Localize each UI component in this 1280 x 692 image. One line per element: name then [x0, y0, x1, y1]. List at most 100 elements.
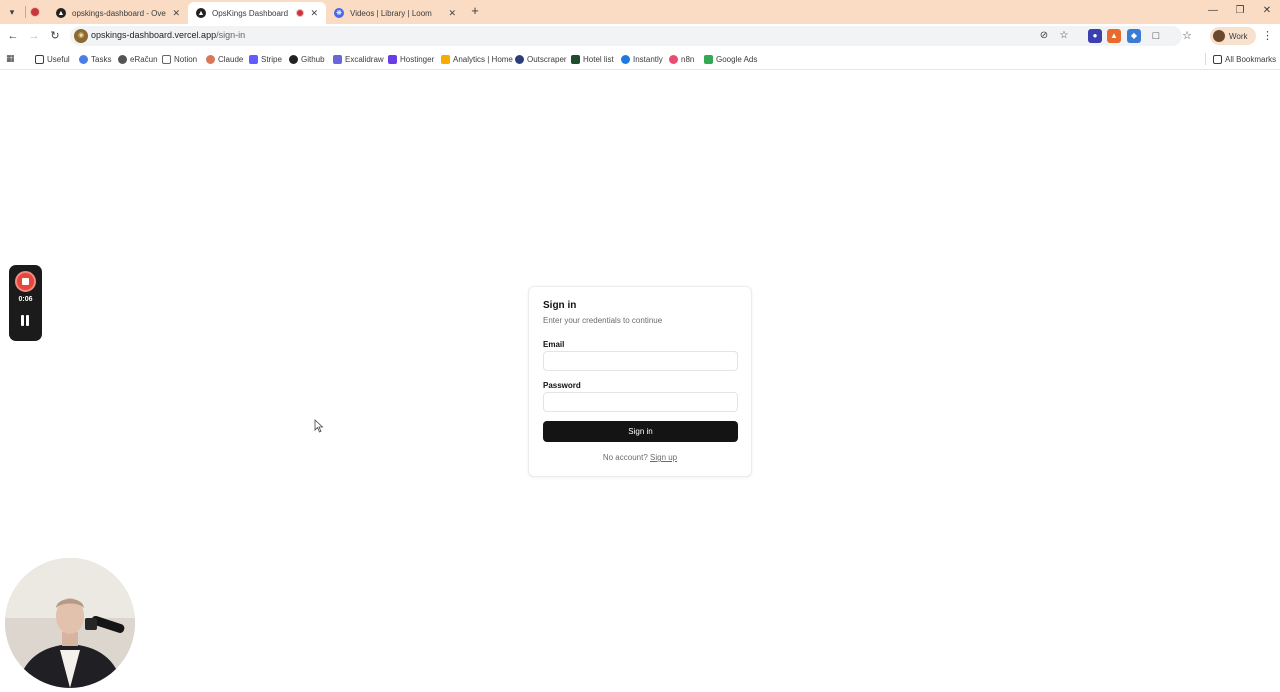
new-tab-plus-icon[interactable]: + [468, 4, 482, 18]
extensions-puzzle-icon[interactable]: □ [1149, 29, 1163, 43]
no-account-text: No account? [602, 453, 648, 462]
card-subtitle: Enter your credentials to continue [543, 316, 663, 325]
sign-in-card: Sign in Enter your credentials to contin… [528, 286, 752, 477]
extension-icon[interactable]: ◆ [1127, 29, 1141, 43]
instantly-icon [621, 54, 630, 64]
url-text[interactable]: opskings-dashboard.vercel.app/sign-in [91, 30, 245, 40]
vercel-triangle-icon: ▲ [56, 8, 66, 18]
signup-prompt: No account? Sign up [529, 453, 751, 462]
bookmark-useful[interactable]: Useful [35, 52, 70, 66]
bookmark-label: Tasks [91, 54, 112, 64]
sign-up-link[interactable]: Sign up [650, 453, 677, 462]
site-info-icon[interactable]: ◉ [74, 29, 88, 43]
bookmarks-panel-icon[interactable]: ☆ [1180, 29, 1194, 43]
avatar [1213, 30, 1225, 42]
bookmark-github[interactable]: Github [289, 52, 325, 66]
bookmarks-bar: ▦ Useful Tasks eRačun Notion Claude Stri… [0, 48, 1280, 70]
close-tab-icon[interactable]: ✕ [172, 8, 180, 19]
folder-icon [1213, 54, 1222, 64]
forward-arrow-icon[interactable]: → [27, 29, 41, 43]
back-arrow-icon[interactable]: ← [6, 29, 20, 43]
restore-icon[interactable]: ❐ [1233, 4, 1247, 18]
bookmark-label: n8n [681, 54, 695, 64]
analytics-icon [441, 54, 450, 64]
bookmark-star-icon[interactable]: ☆ [1057, 29, 1071, 43]
minimize-icon[interactable]: — [1206, 4, 1220, 18]
google-ads-icon [704, 54, 713, 64]
loom-recorder-controls: 0:06 [9, 265, 42, 341]
bookmarks-divider [1205, 53, 1206, 65]
webcam-bubble[interactable] [5, 558, 135, 688]
bookmark-eracun[interactable]: eRačun [118, 52, 158, 66]
recording-indicator-icon [296, 9, 305, 17]
bookmark-hostinger[interactable]: Hostinger [388, 52, 434, 66]
tab-strip: ▾ ▲ opskings-dashboard - Overview ✕ ▲ Op… [0, 0, 1280, 24]
excalidraw-icon [333, 54, 342, 64]
tab-opskings-dashboard[interactable]: ▲ OpsKings Dashboard ✕ [188, 2, 326, 24]
tab-title: Videos | Library | Loom [350, 8, 432, 18]
address-bar[interactable]: ◉ opskings-dashboard.vercel.app/sign-in … [70, 26, 1182, 46]
bookmark-hotel-list[interactable]: Hotel list [571, 52, 614, 66]
bookmark-label: Hotel list [583, 54, 614, 64]
all-bookmarks-label: All Bookmarks [1225, 54, 1277, 64]
close-tab-icon[interactable]: ✕ [310, 8, 318, 19]
url-host: opskings-dashboard.vercel.app [91, 30, 217, 40]
outscraper-icon [515, 54, 524, 64]
bookmark-analytics[interactable]: Analytics | Home [441, 52, 513, 66]
n8n-icon [669, 54, 678, 64]
bookmark-n8n[interactable]: n8n [669, 52, 694, 66]
bookmark-label: Github [301, 54, 325, 64]
profile-button[interactable]: Work [1210, 27, 1256, 45]
bookmark-label: Instantly [633, 54, 663, 64]
more-menu-icon[interactable]: ⋮ [1262, 29, 1273, 43]
extension-icon[interactable]: ● [1088, 29, 1102, 43]
loom-icon: ❋ [334, 8, 344, 18]
recording-tab-icon[interactable] [30, 7, 40, 17]
tab-separator [25, 6, 26, 18]
reload-icon[interactable]: ↻ [48, 29, 62, 43]
email-label: Email [543, 340, 565, 349]
tab-loom-library[interactable]: ❋ Videos | Library | Loom ✕ [326, 2, 464, 24]
password-label: Password [543, 381, 581, 390]
bookmark-excalidraw[interactable]: Excalidraw [333, 52, 384, 66]
recording-timer: 0:06 [18, 296, 33, 303]
eracun-icon [118, 54, 127, 64]
bookmark-label: Excalidraw [345, 54, 384, 64]
bookmark-claude[interactable]: Claude [206, 52, 243, 66]
bookmark-label: Outscraper [527, 54, 567, 64]
pause-icon[interactable] [20, 315, 31, 326]
close-tab-icon[interactable]: ✕ [448, 8, 456, 19]
url-path: /sign-in [216, 30, 246, 40]
apps-grid-icon[interactable]: ▦ [6, 53, 17, 64]
tab-title: opskings-dashboard - Overview [72, 8, 166, 18]
all-bookmarks-folder[interactable]: All Bookmarks [1213, 52, 1276, 66]
tab-opskings-overview[interactable]: ▲ opskings-dashboard - Overview ✕ [48, 2, 188, 24]
folder-icon [35, 54, 44, 64]
sign-in-button[interactable]: Sign in [543, 421, 738, 442]
vercel-triangle-icon: ▲ [196, 8, 206, 18]
github-icon [289, 54, 298, 64]
bookmark-outscraper[interactable]: Outscraper [515, 52, 567, 66]
hostinger-icon [388, 54, 397, 64]
claude-icon [206, 54, 215, 64]
eye-slash-icon[interactable]: ⊘ [1037, 29, 1051, 43]
sheet-icon [571, 54, 580, 64]
bookmark-label: eRačun [130, 54, 158, 64]
stop-recording-button[interactable] [15, 271, 36, 292]
bookmark-instantly[interactable]: Instantly [621, 52, 663, 66]
bookmark-notion[interactable]: Notion [162, 52, 197, 66]
bookmark-label: Notion [174, 54, 198, 64]
bookmark-label: Analytics | Home [453, 54, 513, 64]
email-field[interactable] [543, 351, 738, 371]
bookmark-stripe[interactable]: Stripe [249, 52, 282, 66]
bookmark-label: Stripe [261, 54, 282, 64]
tab-search-chevron-icon[interactable]: ▾ [4, 4, 20, 20]
bookmark-tasks[interactable]: Tasks [79, 52, 111, 66]
notion-icon [162, 54, 171, 64]
password-field[interactable] [543, 392, 738, 412]
bookmark-google-ads[interactable]: Google Ads [704, 52, 757, 66]
card-title: Sign in [543, 300, 577, 311]
close-window-icon[interactable]: ✕ [1260, 4, 1274, 18]
extension-icon[interactable]: ▲ [1107, 29, 1121, 43]
bookmark-label: Google Ads [716, 54, 758, 64]
